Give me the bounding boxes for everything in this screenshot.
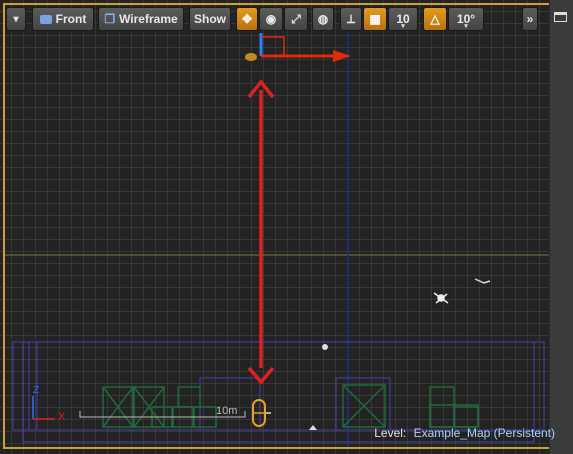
translate-mode-button[interactable]: ✥ [236, 7, 258, 31]
surface-snap-button[interactable]: ⟂ [340, 7, 362, 31]
grid-snap-toggle[interactable]: ▦ [363, 7, 387, 31]
dropdown-arrow-icon: ▾ [13, 13, 19, 25]
viewport-scene [4, 33, 549, 449]
scale-icon: ⤢ [291, 11, 301, 26]
wireframe-cube-icon: ❒ [104, 12, 116, 26]
note-actor-icon [309, 425, 317, 430]
translate-icon: ✥ [241, 12, 253, 26]
toolbar-overflow-button[interactable]: » [522, 7, 538, 31]
axis-x-label: X [58, 411, 66, 423]
maximize-viewport-button[interactable] [554, 12, 567, 22]
render-mode-label: Wireframe [119, 12, 178, 26]
perspective-icon [39, 14, 52, 24]
sky-light-icon [433, 292, 449, 304]
gizmo-pivot [245, 53, 257, 61]
grid-snap-icon: ▦ [369, 12, 381, 26]
show-button[interactable]: Show [189, 7, 231, 31]
viewport-options-button[interactable]: ▾ [6, 7, 26, 31]
crate-meshes [102, 384, 479, 428]
coordinate-space-button[interactable]: ◍ [312, 7, 334, 31]
bounds-box-object [199, 377, 261, 431]
scale-mode-button[interactable]: ⤢ [284, 7, 308, 31]
sphere-reflection-icon [322, 344, 328, 350]
gizmo-plane-handle [261, 36, 285, 56]
directional-light-icon [474, 278, 491, 284]
grid-snap-value-button[interactable]: 10 ▾ [388, 7, 418, 31]
world-local-icon: ◍ [317, 12, 329, 26]
overflow-icon: » [526, 12, 534, 26]
show-label: Show [194, 12, 226, 26]
rotation-snap-icon: △ [430, 12, 440, 26]
scale-label: 10m [216, 405, 238, 417]
view-mode-label: Front [55, 12, 87, 26]
level-name: Example_Map (Persistent) [413, 426, 555, 440]
level-info: Level: Example_Map (Persistent) [374, 426, 555, 440]
annotation-arrowhead-bottom [247, 366, 275, 385]
axis-z-label: Z [33, 385, 40, 396]
surface-snap-icon: ⟂ [346, 11, 355, 26]
rotation-snap-toggle[interactable]: △ [423, 7, 447, 31]
view-mode-button[interactable]: Front [32, 7, 94, 31]
viewport-right-rail [549, 0, 573, 454]
level-label: Level: [374, 426, 407, 440]
rotation-snap-value-button[interactable]: 10° ▾ [448, 7, 484, 31]
level-viewport[interactable]: ▾ Front ❒ Wireframe Show ✥ ◉ ⤢ ◍ ⟂ ▦ 10 … [0, 0, 573, 454]
render-mode-button[interactable]: ❒ Wireframe [98, 7, 184, 31]
rotate-mode-button[interactable]: ◉ [259, 7, 283, 31]
rotate-icon: ◉ [265, 12, 277, 26]
